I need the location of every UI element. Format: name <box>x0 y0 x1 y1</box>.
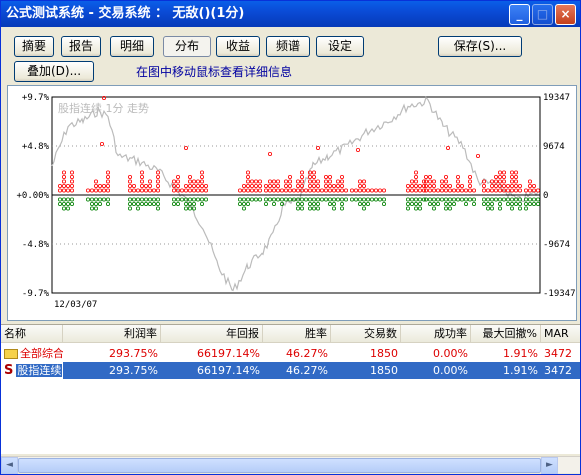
left-tick-1: +4.8% <box>22 142 50 152</box>
cell-mar: 3472 <box>544 347 572 360</box>
cell-success-rate: 0.00% <box>401 362 471 379</box>
table-header: 名称 利润率 年回报 胜率 交易数 成功率 最大回撤% MAR <box>1 325 580 343</box>
tab-distribution[interactable]: 分布 <box>163 36 211 57</box>
col-mar[interactable]: MAR <box>541 325 580 343</box>
tab-detail[interactable]: 明细 <box>110 36 154 57</box>
cell-annual-return: 66197.14% <box>197 347 260 360</box>
cell-max-drawdown: 1.91% <box>471 362 541 379</box>
app-window: 公式测试系统 - 交易系统 ： 无敌()(1分) _ □ × 摘要 报告 明细 … <box>0 0 581 475</box>
row-name: 股指连续 <box>16 364 63 377</box>
scroll-thumb[interactable] <box>18 458 541 473</box>
window-title: 公式测试系统 - 交易系统 ： 无敌()(1分) <box>6 6 245 21</box>
cell-success-rate: 0.00% <box>433 347 468 360</box>
minimize-button[interactable]: _ <box>509 4 530 25</box>
cell-trades: 1850 <box>331 362 401 379</box>
cell-annual-return: 66197.14% <box>161 362 263 379</box>
cell-win-rate: 46.27% <box>263 362 331 379</box>
chart-watermark: 股指连续 1分 走势 <box>58 101 149 115</box>
tab-spectrum[interactable]: 频谱 <box>266 36 310 57</box>
row-name: 全部综合 <box>20 347 63 360</box>
col-win-rate[interactable]: 胜率 <box>263 325 331 343</box>
right-tick-3: -9674 <box>543 240 570 250</box>
col-success-rate[interactable]: 成功率 <box>401 325 471 343</box>
cell-win-rate: 46.27% <box>286 347 328 360</box>
col-annual-return[interactable]: 年回报 <box>161 325 263 343</box>
save-button[interactable]: 保存(S)... <box>438 36 522 57</box>
table-row-selected[interactable]: S 股指连续 293.75% 66197.14% 46.27% 1850 0.00… <box>1 362 580 379</box>
tab-income[interactable]: 收益 <box>216 36 260 57</box>
chart-svg[interactable]: 股指连续 1分 走势 +9.7% +4.8% +0.00% -4.8% -9.7… <box>8 86 576 320</box>
overlay-button[interactable]: 叠加(D)... <box>14 61 94 82</box>
left-tick-4: -9.7% <box>22 289 50 299</box>
table-row[interactable]: 全部综合 293.75% 66197.14% 46.27% 1850 0.00%… <box>1 345 580 362</box>
s-symbol-icon: S <box>4 363 14 378</box>
horizontal-scrollbar[interactable]: ◄ ► <box>1 456 580 474</box>
scroll-right-icon[interactable]: ► <box>541 457 558 474</box>
distribution-chart[interactable]: 股指连续 1分 走势 +9.7% +4.8% +0.00% -4.8% -9.7… <box>7 85 577 321</box>
date-label: 12/03/07 <box>54 300 97 310</box>
cell-profit-rate: 293.75% <box>109 347 158 360</box>
results-table: 名称 利润率 年回报 胜率 交易数 成功率 最大回撤% MAR 全部综合 293… <box>1 324 580 454</box>
col-trades[interactable]: 交易数 <box>331 325 401 343</box>
cell-profit-rate: 293.75% <box>63 362 161 379</box>
left-tick-0: +9.7% <box>22 93 50 103</box>
col-max-drawdown[interactable]: 最大回撤% <box>471 325 541 343</box>
right-tick-2: 0 <box>543 191 548 201</box>
maximize-button[interactable]: □ <box>532 4 553 25</box>
cell-trades: 1850 <box>370 347 398 360</box>
col-profit-rate[interactable]: 利润率 <box>63 325 161 343</box>
right-tick-4: -19347 <box>543 289 576 299</box>
col-name[interactable]: 名称 <box>1 325 63 343</box>
tab-report[interactable]: 报告 <box>61 36 101 57</box>
close-button[interactable]: × <box>555 4 576 25</box>
folder-icon <box>4 349 18 359</box>
tab-settings[interactable]: 设定 <box>316 36 364 57</box>
cell-mar: 3472 <box>541 362 580 379</box>
scroll-left-icon[interactable]: ◄ <box>1 457 18 474</box>
left-tick-3: -4.8% <box>22 240 50 250</box>
hint-text: 在图中移动鼠标查看详细信息 <box>136 65 293 79</box>
tab-summary[interactable]: 摘要 <box>14 36 54 57</box>
cell-max-drawdown: 1.91% <box>503 347 538 360</box>
title-bar: 公式测试系统 - 交易系统 ： 无敌()(1分) _ □ × <box>1 1 580 27</box>
right-tick-1: 9674 <box>543 142 565 152</box>
left-tick-2: +0.00% <box>16 191 49 201</box>
right-tick-0: 19347 <box>543 93 570 103</box>
